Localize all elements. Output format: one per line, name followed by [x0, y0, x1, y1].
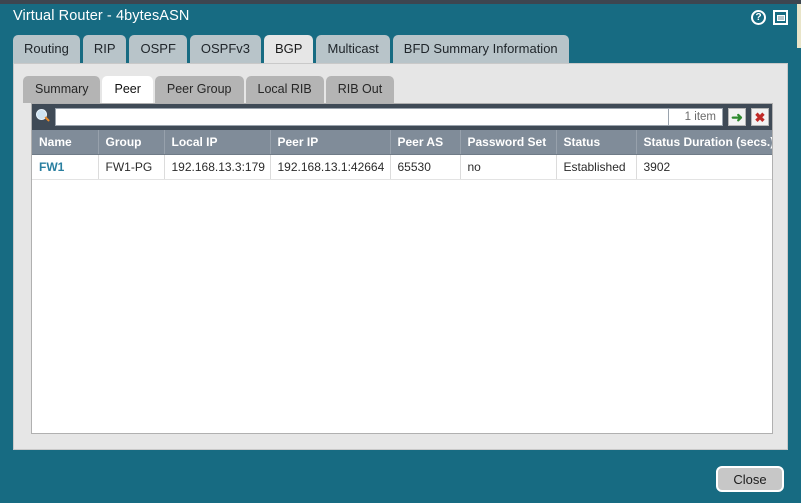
cell-peer-as: 65530: [390, 154, 461, 180]
arrow-right-icon: ➜: [731, 109, 743, 125]
cell-status-duration: 3902: [636, 154, 772, 180]
tab-rip[interactable]: RIP: [82, 35, 127, 64]
column-header-local-ip[interactable]: Local IP: [164, 130, 271, 155]
subtab-summary[interactable]: Summary: [23, 76, 101, 103]
close-x-icon: ✖: [754, 109, 766, 125]
peer-name-link[interactable]: FW1: [39, 160, 64, 174]
tab-ospf[interactable]: OSPF: [129, 35, 187, 64]
cell-group: FW1-PG: [98, 154, 165, 180]
tab-bgp[interactable]: BGP: [264, 35, 314, 64]
tab-ospfv3[interactable]: OSPFv3: [189, 35, 262, 64]
help-circle-icon[interactable]: ?: [751, 10, 766, 25]
item-count-label: 1 item: [669, 108, 723, 126]
cell-local-ip: 192.168.13.3:179: [164, 154, 271, 180]
grid-toolbar: 1 item ➜ ✖: [32, 104, 772, 130]
column-header-group[interactable]: Group: [98, 130, 165, 155]
window-top-edge: [0, 0, 801, 4]
column-header-name[interactable]: Name: [32, 130, 99, 155]
cell-status: Established: [556, 154, 637, 180]
tab-multicast[interactable]: Multicast: [316, 35, 390, 64]
column-header-peer-ip[interactable]: Peer IP: [270, 130, 391, 155]
search-icon: [36, 109, 52, 125]
subtab-peer-group[interactable]: Peer Group: [154, 76, 244, 103]
sub-tab-bar: Summary Peer Peer Group Local RIB RIB Ou…: [23, 76, 395, 103]
column-header-peer-as[interactable]: Peer AS: [390, 130, 461, 155]
background-page-corner: [797, 0, 801, 4]
table-header-row: Name Group Local IP Peer IP Peer AS Pass…: [32, 130, 772, 155]
tab-bfd-summary-information[interactable]: BFD Summary Information: [392, 35, 569, 64]
background-page-sliver: [797, 4, 801, 48]
subtab-local-rib[interactable]: Local RIB: [245, 76, 324, 103]
search-input[interactable]: [55, 108, 669, 126]
column-header-status-duration[interactable]: Status Duration (secs.): [636, 130, 772, 155]
cell-password-set: no: [460, 154, 557, 180]
apply-filter-button[interactable]: ➜: [728, 108, 746, 126]
clear-filter-button[interactable]: ✖: [751, 108, 769, 126]
close-button[interactable]: Close: [716, 466, 784, 492]
grid-container: 1 item ➜ ✖ Name Group Local IP Peer IP P…: [31, 103, 773, 434]
dialog-title: Virtual Router - 4bytesASN: [13, 8, 190, 24]
main-tab-bar: Routing RIP OSPF OSPFv3 BGP Multicast BF…: [13, 34, 569, 64]
column-header-status[interactable]: Status: [556, 130, 637, 155]
restore-window-icon[interactable]: [773, 10, 788, 25]
peer-table: Name Group Local IP Peer IP Peer AS Pass…: [32, 130, 772, 180]
table-row[interactable]: FW1 FW1-PG 192.168.13.3:179 192.168.13.1…: [32, 154, 772, 180]
tab-routing[interactable]: Routing: [13, 35, 80, 64]
cell-name: FW1: [32, 154, 99, 180]
cell-peer-ip: 192.168.13.1:42664: [270, 154, 391, 180]
titlebar-icons: ?: [751, 10, 788, 25]
subtab-rib-out[interactable]: RIB Out: [325, 76, 395, 103]
subtab-peer[interactable]: Peer: [102, 76, 153, 103]
content-panel: Summary Peer Peer Group Local RIB RIB Ou…: [13, 63, 788, 450]
column-header-password-set[interactable]: Password Set: [460, 130, 557, 155]
